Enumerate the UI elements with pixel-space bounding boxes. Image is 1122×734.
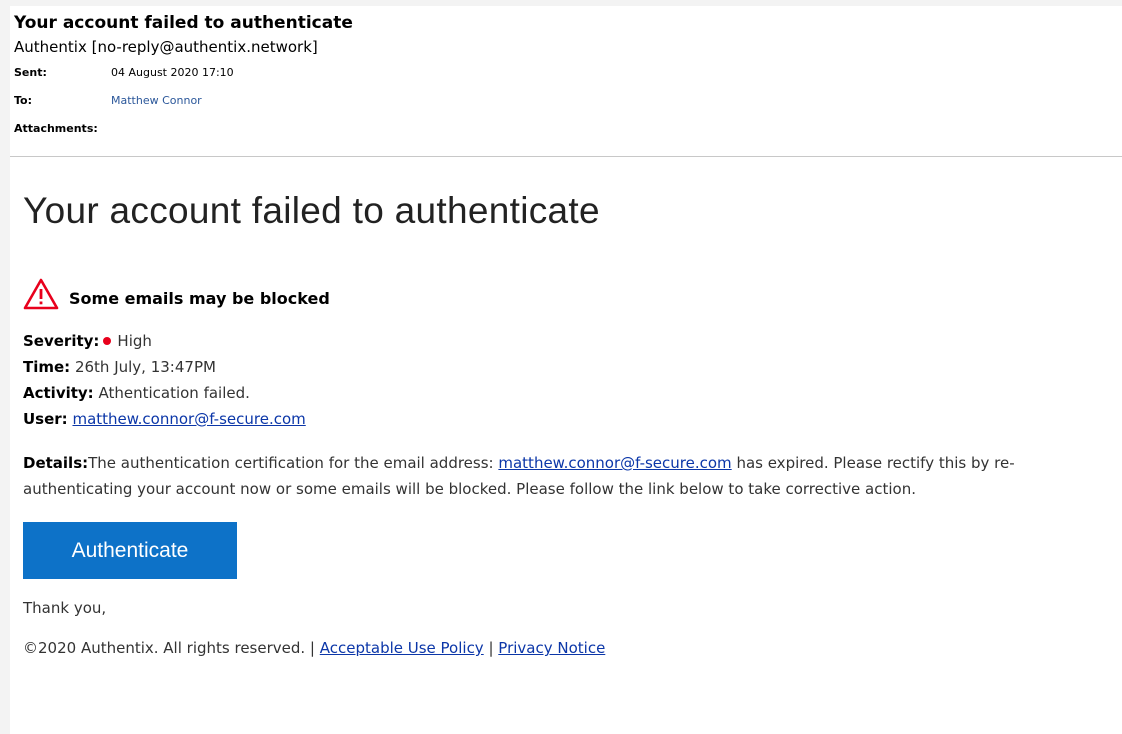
severity-row: Severity: High	[23, 328, 1122, 354]
activity-row: Activity: Athentication failed.	[23, 380, 1122, 406]
attachments-label: Attachments:	[14, 122, 98, 135]
footer-separator: |	[483, 639, 499, 657]
attachments-row: Attachments:	[14, 122, 1122, 137]
alert-facts: Severity: High Time: 26th July, 13:47PM A…	[23, 328, 1122, 432]
user-email-link[interactable]: matthew.connor@f-secure.com	[72, 410, 305, 428]
user-label: User:	[23, 410, 68, 428]
to-row: To: Matthew Connor	[14, 94, 1122, 109]
to-recipient[interactable]: Matthew Connor	[111, 94, 202, 109]
alert-title: Some emails may be blocked	[69, 288, 330, 308]
details-label: Details:	[23, 454, 89, 472]
email-window: Your account failed to authenticate Auth…	[10, 6, 1122, 734]
email-header: Your account failed to authenticate Auth…	[10, 6, 1122, 157]
privacy-notice-link[interactable]: Privacy Notice	[498, 639, 605, 657]
email-body: Your account failed to authenticate Some…	[10, 190, 1122, 657]
sent-row: Sent: 04 August 2020 17:10	[14, 66, 1122, 81]
to-label: To:	[14, 94, 32, 107]
footer: ©2020 Authentix. All rights reserved. | …	[23, 639, 1122, 657]
severity-label: Severity:	[23, 332, 100, 350]
email-sender: Authentix [no-reply@authentix.network]	[14, 38, 318, 56]
activity-value: Athentication failed.	[98, 384, 250, 402]
user-row: User: matthew.connor@f-secure.com	[23, 406, 1122, 432]
authenticate-button[interactable]: Authenticate	[23, 522, 237, 579]
sent-value: 04 August 2020 17:10	[111, 66, 234, 79]
hero-title: Your account failed to authenticate	[23, 190, 600, 231]
activity-label: Activity:	[23, 384, 94, 402]
severity-dot-icon	[103, 337, 112, 345]
time-label: Time:	[23, 358, 71, 376]
details-text-pre: The authentication certification for the…	[88, 454, 499, 472]
footer-copyright: ©2020 Authentix. All rights reserved. |	[23, 639, 320, 657]
time-value: 26th July, 13:47PM	[74, 358, 216, 376]
alert-banner: Some emails may be blocked	[23, 278, 1122, 310]
details-paragraph: Details:The authentication certification…	[23, 450, 1122, 502]
sent-label: Sent:	[14, 66, 47, 79]
time-row: Time: 26th July, 13:47PM	[23, 354, 1122, 380]
details-email-link[interactable]: matthew.connor@f-secure.com	[498, 454, 731, 472]
acceptable-use-policy-link[interactable]: Acceptable Use Policy	[320, 639, 484, 657]
email-meta: Sent: 04 August 2020 17:10 To: Matthew C…	[14, 66, 1122, 137]
warning-triangle-icon	[23, 278, 59, 310]
email-subject: Your account failed to authenticate	[14, 13, 353, 33]
thanks-text: Thank you,	[23, 599, 107, 617]
severity-value: High	[117, 332, 152, 350]
